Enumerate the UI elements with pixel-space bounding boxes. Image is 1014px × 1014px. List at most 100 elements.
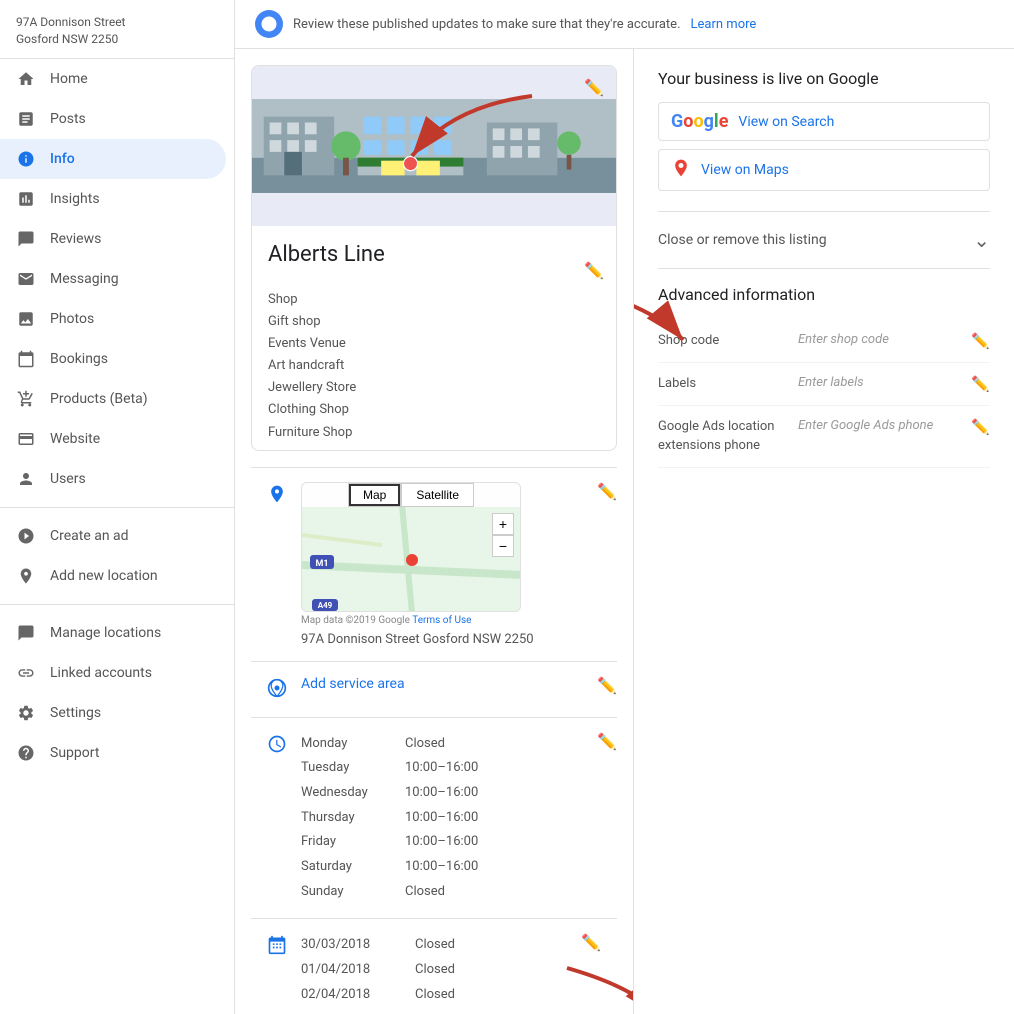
arrow-overlay-3	[557, 958, 634, 1014]
labels-value: Enter labels	[798, 375, 961, 390]
category-item: Art handcraft	[268, 355, 600, 377]
business-name: Alberts Line	[268, 242, 600, 267]
labels-row: Labels Enter labels ✏️	[658, 363, 990, 406]
location-edit-button[interactable]: ✏️	[597, 482, 617, 502]
google-ads-phone-row: Google Ads location extensions phone Ent…	[658, 406, 990, 467]
sidebar-item-linked-accounts[interactable]: Linked accounts	[0, 653, 226, 693]
content-area: ✏️ Alberts Line ✏️ Shop Gift shop Events…	[235, 49, 1014, 1014]
shop-code-value: Enter shop code	[798, 332, 961, 347]
learn-more-link[interactable]: Learn more	[691, 17, 757, 32]
google-color-icon: Google	[671, 111, 728, 132]
view-on-maps-button[interactable]: View on Maps	[658, 149, 990, 191]
sidebar-item-add-location[interactable]: Add new location	[0, 556, 226, 596]
hours-content: Monday Closed Tuesday 10:00–16:00 Wednes…	[301, 732, 601, 905]
special-date-row-2: 01/04/2018 Closed	[301, 958, 567, 983]
hours-row-thursday: Thursday 10:00–16:00	[301, 806, 601, 831]
category-item: Furniture Shop	[268, 422, 600, 444]
messaging-icon	[16, 269, 36, 289]
sidebar-divider-2	[0, 604, 234, 605]
google-ads-phone-edit-button[interactable]: ✏️	[971, 418, 990, 436]
insights-icon	[16, 189, 36, 209]
sidebar-divider-1	[0, 507, 234, 508]
business-address: 97A Donnison Street Gosford NSW 2250	[0, 0, 234, 59]
category-item: Jewellery Store	[268, 377, 600, 399]
map-attribution: Map data ©2019 Google Terms of Use	[301, 615, 601, 626]
hours-row-tuesday: Tuesday 10:00–16:00	[301, 756, 601, 781]
business-info-body: ✏️ Alberts Line	[252, 226, 616, 289]
map-tab-button[interactable]: Map	[348, 483, 401, 507]
sidebar-item-website[interactable]: Website	[0, 419, 226, 459]
satellite-tab-button[interactable]: Satellite	[401, 483, 474, 507]
google-ads-phone-value: Enter Google Ads phone	[798, 418, 961, 433]
sidebar-item-bookings[interactable]: Bookings	[0, 339, 226, 379]
svg-text:A49: A49	[318, 601, 333, 610]
close-remove-toggle[interactable]: Close or remove this listing ⌄	[658, 228, 990, 252]
special-hours-row: 30/03/2018 Closed 01/04/2018 Closed 02/0…	[251, 918, 617, 1014]
users-icon	[16, 469, 36, 489]
location-icon	[267, 484, 287, 509]
map-toolbar: Map Satellite	[302, 483, 520, 507]
sidebar-item-manage-locations[interactable]: Manage locations	[0, 613, 226, 653]
map-zoom-out-button[interactable]: −	[492, 535, 514, 557]
main-content: Review these published updates to make s…	[235, 0, 1014, 1014]
sidebar-item-settings[interactable]: Settings	[0, 693, 226, 733]
hours-row-sunday: Sunday Closed	[301, 880, 601, 905]
sidebar: 97A Donnison Street Gosford NSW 2250 Hom…	[0, 0, 235, 1014]
hours-edit-button[interactable]: ✏️	[597, 732, 617, 752]
shop-code-label: Shop code	[658, 332, 788, 350]
website-icon	[16, 429, 36, 449]
hours-row-saturday: Saturday 10:00–16:00	[301, 855, 601, 880]
sidebar-item-reviews[interactable]: Reviews	[0, 219, 226, 259]
hours-row-friday: Friday 10:00–16:00	[301, 830, 601, 855]
business-card: ✏️ Alberts Line ✏️ Shop Gift shop Events…	[251, 65, 617, 451]
shop-code-row: Shop code Enter shop code ✏️	[658, 320, 990, 363]
map-zoom-controls: + −	[492, 513, 514, 557]
hours-icon	[267, 734, 287, 759]
service-area-icon	[267, 678, 287, 703]
sidebar-item-info[interactable]: Info	[0, 139, 226, 179]
settings-icon	[16, 703, 36, 723]
hours-row: Monday Closed Tuesday 10:00–16:00 Wednes…	[251, 717, 617, 919]
business-name-edit-button[interactable]: ✏️	[584, 78, 604, 98]
sidebar-item-create-ad[interactable]: Create an ad	[0, 516, 226, 556]
sidebar-item-posts[interactable]: Posts	[0, 99, 226, 139]
special-hours-edit-button[interactable]: ✏️	[581, 933, 601, 953]
advanced-section: Advanced information Shop code Enter sho…	[658, 285, 990, 468]
maps-icon	[671, 158, 691, 182]
service-area-edit-button[interactable]: ✏️	[597, 676, 617, 696]
sidebar-item-users[interactable]: Users	[0, 459, 226, 499]
shop-code-wrapper: Shop code Enter shop code ✏️	[658, 320, 990, 363]
sidebar-item-photos[interactable]: Photos	[0, 299, 226, 339]
right-divider-2	[658, 268, 990, 269]
map-zoom-in-button[interactable]: +	[492, 513, 514, 535]
categories-section: ✏️ Shop Gift shop Events Venue Art handc…	[252, 289, 616, 450]
update-banner: Review these published updates to make s…	[235, 0, 1014, 49]
sidebar-item-home[interactable]: Home	[0, 59, 226, 99]
sidebar-item-messaging[interactable]: Messaging	[0, 259, 226, 299]
info-icon	[16, 149, 36, 169]
sidebar-item-products[interactable]: Products (Beta)	[0, 379, 226, 419]
categories-edit-button[interactable]: ✏️	[584, 261, 604, 281]
map-terms-link[interactable]: Terms of Use	[412, 615, 471, 626]
home-icon	[16, 69, 36, 89]
google-ads-phone-label: Google Ads location extensions phone	[658, 418, 788, 454]
live-section: Your business is live on Google Google V…	[658, 69, 990, 191]
address-text: 97A Donnison Street Gosford NSW 2250	[301, 632, 601, 647]
special-hours-content: 30/03/2018 Closed 01/04/2018 Closed 02/0…	[301, 933, 567, 1007]
sidebar-item-support[interactable]: Support	[0, 733, 226, 773]
hours-row-monday: Monday Closed	[301, 732, 601, 757]
view-on-search-button[interactable]: Google View on Search	[658, 102, 990, 141]
special-date-row-1: 30/03/2018 Closed	[301, 933, 567, 958]
live-title: Your business is live on Google	[658, 69, 990, 88]
labels-edit-button[interactable]: ✏️	[971, 375, 990, 393]
service-area-text: Add service area	[301, 676, 601, 692]
posts-icon	[16, 109, 36, 129]
category-item: Gift shop	[268, 311, 600, 333]
google-icon	[255, 10, 283, 38]
special-dates-table: 30/03/2018 Closed 01/04/2018 Closed 02/0…	[301, 933, 567, 1007]
sidebar-item-insights[interactable]: Insights	[0, 179, 226, 219]
categories-list: Shop Gift shop Events Venue Art handcraf…	[268, 289, 600, 444]
shop-code-edit-button[interactable]: ✏️	[971, 332, 990, 350]
add-location-icon	[16, 566, 36, 586]
advanced-title: Advanced information	[658, 285, 990, 304]
